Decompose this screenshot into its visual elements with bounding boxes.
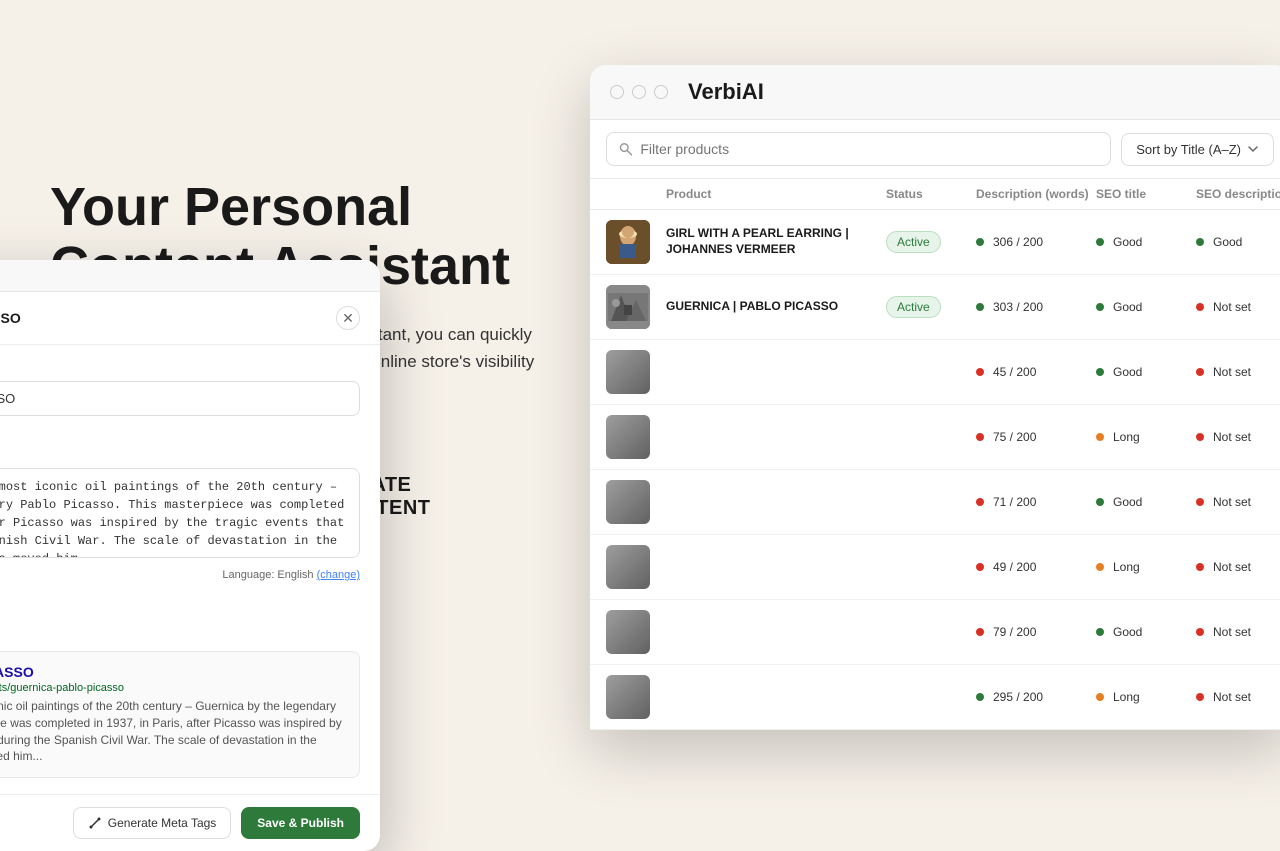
seo-title-val: Good — [1096, 300, 1196, 314]
product-thumbnail — [606, 220, 650, 264]
seo-desc-val: Not set — [1196, 365, 1280, 379]
preview-desc: Introducing one of the most iconic oil p… — [0, 698, 347, 765]
table-row: 295 / 200 Long Not set ✏ Edit ⌄ — [590, 665, 1280, 730]
app-titlebar: VerbiAI — [590, 65, 1280, 120]
seo-desc-val: Not set — [1196, 625, 1280, 639]
status-badge: Active — [886, 231, 941, 253]
seo-title-val: Good — [1096, 235, 1196, 249]
table-row: 45 / 200 Good Not set ✏ Edit ⌄ — [590, 340, 1280, 405]
generate-meta-button[interactable]: Generate Meta Tags — [73, 807, 232, 839]
desc-words: 306 / 200 — [976, 235, 1096, 249]
col-seo-desc: SEO description — [1196, 187, 1280, 201]
seo-desc-val: Not set — [1196, 690, 1280, 704]
col-status: Status — [886, 187, 976, 201]
table-row: GUERNICA | PABLO PICASSO Active 303 / 20… — [590, 275, 1280, 340]
col-desc: Description (words) — [976, 187, 1096, 201]
modal-header: GUERNICA | PABLO PICASSO ✕ — [0, 292, 380, 345]
seo-title-val: Good — [1096, 495, 1196, 509]
product-thumbnail — [606, 610, 650, 654]
desc-words: 303 / 200 — [976, 300, 1096, 314]
table-row: 75 / 200 Long Not set ✏ Edit ⌄ — [590, 405, 1280, 470]
modal-body: Page title: Well done! Meta description:… — [0, 345, 380, 794]
app-window: VerbiAI Sort by Title (A–Z) Product Stat… — [590, 65, 1280, 730]
desc-words: 49 / 200 — [976, 560, 1096, 574]
save-publish-button[interactable]: Save & Publish — [241, 807, 360, 839]
preview-title: GUERNICA | PABLO PICASSO — [0, 664, 347, 680]
page-title-input[interactable] — [0, 381, 360, 416]
search-box[interactable] — [606, 132, 1111, 166]
meta-desc-label: Meta description: — [0, 448, 360, 462]
table-row: 49 / 200 Long Not set ✏ Edit ⌄ — [590, 535, 1280, 600]
desc-words: 295 / 200 — [976, 690, 1096, 704]
desc-words: 75 / 200 — [976, 430, 1096, 444]
window-dots — [610, 85, 668, 99]
modal-close-button[interactable]: ✕ — [336, 306, 360, 330]
meta-desc-container: Introducing one of the most iconic oil p… — [0, 468, 360, 563]
seo-desc-val: Not set — [1196, 430, 1280, 444]
desc-words: 45 / 200 — [976, 365, 1096, 379]
modal-titlebar — [0, 260, 380, 292]
seo-title-val: Good — [1096, 625, 1196, 639]
language-label: Language: English — [222, 569, 313, 581]
col-product: Product — [666, 187, 886, 201]
edit-modal: GUERNICA | PABLO PICASSO ✕ Page title: W… — [0, 260, 380, 851]
status-badge: Active — [886, 296, 941, 318]
seo-desc-val: Not set — [1196, 300, 1280, 314]
page-title-label: Page title: — [0, 361, 360, 375]
table-row: 79 / 200 Good Not set ✏ Edit ⌄ — [590, 600, 1280, 665]
meta-desc-textarea[interactable]: Introducing one of the most iconic oil p… — [0, 468, 360, 558]
window-dot-1 — [610, 85, 624, 99]
seo-title-val: Long — [1096, 430, 1196, 444]
product-status: Active — [886, 296, 976, 318]
search-preview: GUERNICA | PABLO PICASSO https://www.you… — [0, 651, 360, 778]
table-row: GIRL WITH A PEARL EARRING | JOHANNES VER… — [590, 210, 1280, 275]
search-icon — [619, 142, 632, 156]
language-change-link[interactable]: (change) — [317, 569, 360, 581]
seo-title-val: Long — [1096, 690, 1196, 704]
search-input[interactable] — [640, 141, 1098, 157]
product-thumbnail — [606, 545, 650, 589]
seo-desc-val: Not set — [1196, 560, 1280, 574]
product-thumbnail — [606, 415, 650, 459]
app-name: VerbiAI — [688, 79, 764, 105]
meta-footer: 0 / 156 characters Language: English (ch… — [0, 569, 360, 581]
product-status: Active — [886, 231, 976, 253]
wand-icon — [88, 816, 102, 830]
search-preview-label: Search results preview: — [0, 629, 360, 643]
well-done-feedback: Well done! — [0, 420, 360, 434]
col-thumb — [606, 187, 666, 201]
modal-title: GUERNICA | PABLO PICASSO — [0, 310, 21, 326]
seo-title-val: Good — [1096, 365, 1196, 379]
sort-label: Sort by Title (A–Z) — [1136, 142, 1241, 157]
app-toolbar: Sort by Title (A–Z) — [590, 120, 1280, 179]
product-thumbnail — [606, 480, 650, 524]
product-thumbnail — [606, 675, 650, 719]
suggest-url-row: Suggest a URL handle as well — [0, 591, 360, 617]
product-thumbnail — [606, 350, 650, 394]
desc-words: 79 / 200 — [976, 625, 1096, 639]
generate-label: Generate Meta Tags — [108, 816, 217, 830]
chevron-down-icon — [1247, 143, 1259, 155]
product-name: GUERNICA | PABLO PICASSO — [666, 299, 886, 315]
desc-words: 71 / 200 — [976, 495, 1096, 509]
window-dot-3 — [654, 85, 668, 99]
sort-button[interactable]: Sort by Title (A–Z) — [1121, 133, 1274, 166]
col-seo-title: SEO title — [1096, 187, 1196, 201]
language-info: Language: English (change) — [222, 569, 360, 581]
window-dot-2 — [632, 85, 646, 99]
preview-url: https://www.yourstore.com/products/guern… — [0, 682, 347, 694]
product-thumbnail — [606, 285, 650, 329]
seo-desc-val: Good — [1196, 235, 1280, 249]
table-header: Product Status Description (words) SEO t… — [590, 179, 1280, 210]
product-name: GIRL WITH A PEARL EARRING | JOHANNES VER… — [666, 226, 886, 257]
modal-footer: Generate Meta Tags Save & Publish — [0, 794, 380, 851]
seo-title-val: Long — [1096, 560, 1196, 574]
seo-desc-val: Not set — [1196, 495, 1280, 509]
table-row: 71 / 200 Good Not set ✏ Edit ⌄ — [590, 470, 1280, 535]
